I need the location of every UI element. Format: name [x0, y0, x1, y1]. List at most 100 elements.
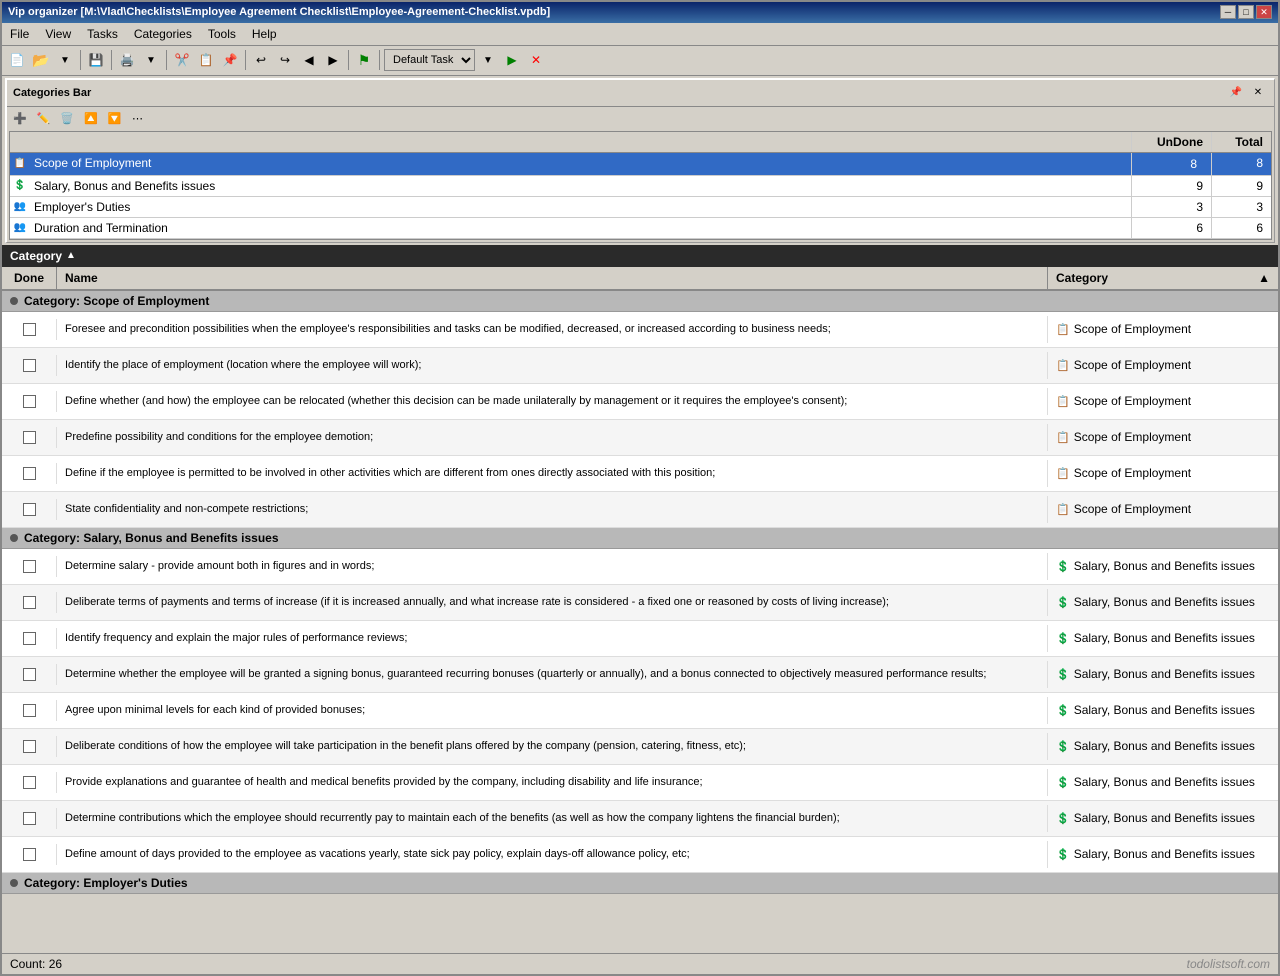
task-row-1[interactable]: Identify the place of employment (locati…: [2, 348, 1278, 384]
toolbar-print[interactable]: 🖨️: [116, 49, 138, 71]
toolbar-dropdown[interactable]: ▼: [54, 49, 76, 71]
task-row-0[interactable]: Foresee and precondition possibilities w…: [2, 312, 1278, 348]
toolbar-stop[interactable]: ✕: [525, 49, 547, 71]
cat-total-2: 3: [1211, 197, 1271, 217]
app-title: Vip organizer [M:\Vlad\Checklists\Employ…: [8, 6, 550, 18]
checkbox-2[interactable]: [23, 395, 36, 408]
toolbar-undo[interactable]: ↩: [250, 49, 272, 71]
checkbox-1[interactable]: [23, 359, 36, 372]
td-done-12: [2, 772, 57, 793]
td-name-5: State confidentiality and non-compete re…: [57, 496, 1048, 523]
menu-help[interactable]: Help: [248, 25, 281, 43]
th-category-label: Category: [1056, 271, 1108, 285]
checkbox-0[interactable]: [23, 323, 36, 336]
toolbar-fwd[interactable]: ▶: [322, 49, 344, 71]
cat-down[interactable]: 🔽: [104, 109, 126, 129]
menu-file[interactable]: File: [6, 25, 33, 43]
task-row-7[interactable]: Deliberate terms of payments and terms o…: [2, 585, 1278, 621]
cat-edit[interactable]: ✏️: [33, 109, 55, 129]
catbar-pin[interactable]: 📌: [1226, 83, 1246, 103]
checkbox-12[interactable]: [23, 776, 36, 789]
td-done-4: [2, 463, 57, 484]
task-row-14[interactable]: Define amount of days provided to the em…: [2, 837, 1278, 873]
td-name-4: Define if the employee is permitted to b…: [57, 460, 1048, 487]
th-category-sort-icon: ▲: [1258, 271, 1270, 285]
toolbar-dropdown2[interactable]: ▼: [477, 49, 499, 71]
cat-label-task-5: Scope of Employment: [1074, 502, 1191, 516]
checkbox-14[interactable]: [23, 848, 36, 861]
cat-row-2[interactable]: 👥 Employer's Duties 3 3: [10, 197, 1271, 218]
menu-tools[interactable]: Tools: [204, 25, 240, 43]
task-row-12[interactable]: Provide explanations and guarantee of he…: [2, 765, 1278, 801]
task-scroll-area[interactable]: Category: Scope of Employment Foresee an…: [2, 291, 1278, 953]
checkbox-9[interactable]: [23, 668, 36, 681]
window-controls: ─ □ ✕: [1220, 5, 1272, 19]
checkbox-5[interactable]: [23, 503, 36, 516]
task-row-5[interactable]: State confidentiality and non-compete re…: [2, 492, 1278, 528]
menu-categories[interactable]: Categories: [130, 25, 196, 43]
cat-row-0[interactable]: 📋 Scope of Employment 8 8: [10, 153, 1271, 176]
cat-row-1[interactable]: 💲 Salary, Bonus and Benefits issues 9 9: [10, 176, 1271, 197]
categories-list: UnDone Total 📋 Scope of Employment 8 8 💲…: [9, 131, 1272, 240]
checkbox-3[interactable]: [23, 431, 36, 444]
checkbox-8[interactable]: [23, 632, 36, 645]
col-name-header: [30, 132, 1131, 152]
title-bar: Vip organizer [M:\Vlad\Checklists\Employ…: [2, 2, 1278, 23]
toolbar-save[interactable]: 💾: [85, 49, 107, 71]
task-row-6[interactable]: Determine salary - provide amount both i…: [2, 549, 1278, 585]
toolbar-flag[interactable]: ⚑: [353, 49, 375, 71]
toolbar-play[interactable]: ▶: [501, 49, 523, 71]
section-label-salary: Category: Salary, Bonus and Benefits iss…: [24, 531, 279, 545]
task-row-2[interactable]: Define whether (and how) the employee ca…: [2, 384, 1278, 420]
cat-more[interactable]: ⋯: [128, 109, 148, 129]
task-row-3[interactable]: Predefine possibility and conditions for…: [2, 420, 1278, 456]
checkbox-13[interactable]: [23, 812, 36, 825]
td-category-6: 💲 Salary, Bonus and Benefits issues: [1048, 555, 1278, 577]
task-row-4[interactable]: Define if the employee is permitted to b…: [2, 456, 1278, 492]
cat-label-task-14: Salary, Bonus and Benefits issues: [1074, 847, 1255, 861]
td-name-6: Determine salary - provide amount both i…: [57, 553, 1048, 580]
cat-icon-task-10: 💲: [1056, 704, 1070, 717]
task-row-10[interactable]: Agree upon minimal levels for each kind …: [2, 693, 1278, 729]
cat-add[interactable]: ➕: [9, 109, 31, 129]
toolbar-paste[interactable]: 📌: [219, 49, 241, 71]
toolbar-redo[interactable]: ↪: [274, 49, 296, 71]
cat-label-task-12: Salary, Bonus and Benefits issues: [1074, 775, 1255, 789]
minimize-button[interactable]: ─: [1220, 5, 1236, 19]
td-category-10: 💲 Salary, Bonus and Benefits issues: [1048, 699, 1278, 721]
td-name-2: Define whether (and how) the employee ca…: [57, 388, 1048, 415]
category-sort-header[interactable]: Category ▲: [2, 245, 1278, 267]
toolbar-new[interactable]: 📄: [6, 49, 28, 71]
checkbox-7[interactable]: [23, 596, 36, 609]
col-undone-header: UnDone: [1131, 132, 1211, 152]
task-row-8[interactable]: Identify frequency and explain the major…: [2, 621, 1278, 657]
task-type-select[interactable]: Default Task: [384, 49, 475, 71]
toolbar-cut[interactable]: ✂️: [171, 49, 193, 71]
toolbar-open[interactable]: 📂: [30, 49, 52, 71]
checkbox-11[interactable]: [23, 740, 36, 753]
toolbar-print2[interactable]: ▼: [140, 49, 162, 71]
toolbar-copy[interactable]: 📋: [195, 49, 217, 71]
checkbox-10[interactable]: [23, 704, 36, 717]
checkbox-6[interactable]: [23, 560, 36, 573]
section-header-scope: Category: Scope of Employment: [2, 291, 1278, 312]
task-row-11[interactable]: Deliberate conditions of how the employe…: [2, 729, 1278, 765]
toolbar-back[interactable]: ◀: [298, 49, 320, 71]
close-button[interactable]: ✕: [1256, 5, 1272, 19]
section-label-scope: Category: Scope of Employment: [24, 294, 209, 308]
catbar-close[interactable]: ✕: [1248, 83, 1268, 103]
td-name-0: Foresee and precondition possibilities w…: [57, 316, 1048, 343]
cat-row-3[interactable]: 👥 Duration and Termination 6 6: [10, 218, 1271, 239]
maximize-button[interactable]: □: [1238, 5, 1254, 19]
task-row-9[interactable]: Determine whether the employee will be g…: [2, 657, 1278, 693]
td-name-13: Determine contributions which the employ…: [57, 805, 1048, 832]
task-row-13[interactable]: Determine contributions which the employ…: [2, 801, 1278, 837]
task-table-header: Done Name Category ▲: [2, 267, 1278, 291]
checkbox-4[interactable]: [23, 467, 36, 480]
td-category-13: 💲 Salary, Bonus and Benefits issues: [1048, 807, 1278, 829]
section-dot-employer: [10, 879, 18, 887]
cat-del[interactable]: 🗑️: [56, 109, 78, 129]
cat-up[interactable]: 🔼: [80, 109, 102, 129]
menu-view[interactable]: View: [41, 25, 75, 43]
menu-tasks[interactable]: Tasks: [83, 25, 122, 43]
